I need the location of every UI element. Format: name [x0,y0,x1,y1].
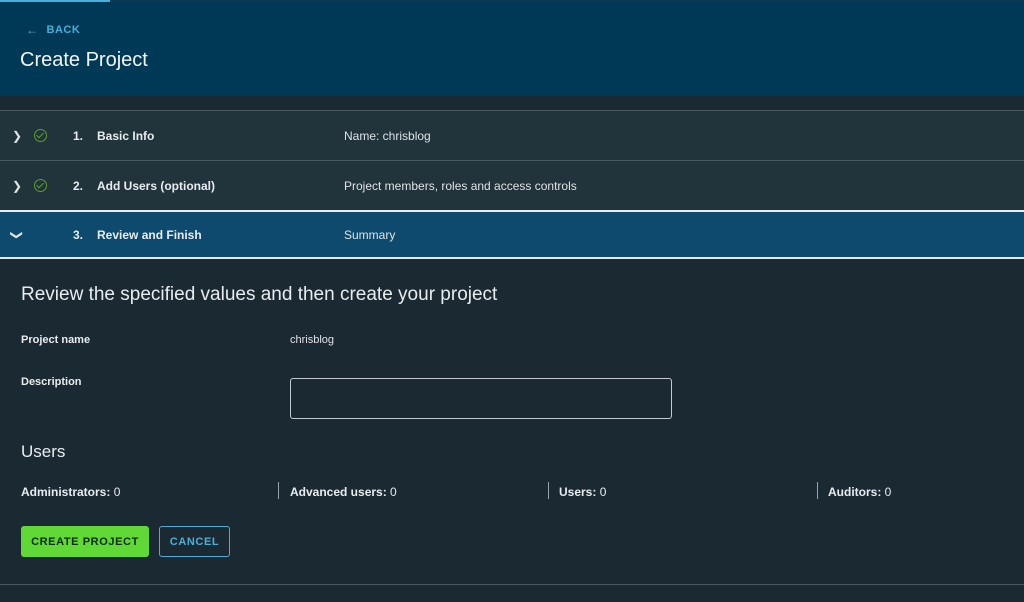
chevron-right-icon: ❯ [12,128,23,143]
cancel-button[interactable]: CANCEL [159,526,230,557]
step-number: 1. [73,128,84,143]
project-name-label: Project name [21,334,91,346]
page-title: Create Project [20,49,148,71]
stat-label: Advanced users: [290,485,387,499]
stat-label: Users: [559,485,597,499]
stat-value: 0 [599,485,607,499]
description-label: Description [21,376,82,388]
users-count: Users: 0 [559,485,606,499]
stat-value: 0 [884,485,892,499]
step-title: Review and Finish [97,227,202,242]
back-link[interactable]: ← BACK [26,23,80,37]
arrow-left-icon: ← [26,23,39,37]
stat-divider [817,482,818,499]
wizard-step-add-users[interactable]: ❯ 2. Add Users (optional) Project member… [0,160,1024,210]
advanced-users-count: Advanced users: 0 [290,485,397,499]
chevron-down-icon: ❯ [10,229,25,240]
stat-divider [278,482,279,499]
page-header: ← BACK Create Project [0,2,1024,96]
description-field[interactable] [290,378,672,419]
footer-divider [0,584,1024,585]
step-description: Project members, roles and access contro… [344,178,577,193]
check-circle-icon [34,179,47,192]
step-number: 3. [73,227,84,242]
administrators-count: Administrators: 0 [21,485,120,499]
create-project-button[interactable]: CREATE PROJECT [21,526,149,557]
stat-value: 0 [390,485,397,499]
wizard-step-review-finish[interactable]: ❯ 3. Review and Finish Summary [0,210,1024,259]
wizard-step-basic-info[interactable]: ❯ 1. Basic Info Name: chrisblog [0,110,1024,160]
header-spacer [0,96,1024,110]
step-description: Summary [344,227,396,242]
step-number: 2. [73,178,84,193]
stat-label: Auditors: [828,485,882,499]
review-heading: Review the specified values and then cre… [21,284,498,305]
stat-value: 0 [113,485,121,499]
check-circle-icon [34,129,47,142]
back-label: BACK [46,24,81,36]
chevron-right-icon: ❯ [12,178,23,193]
stat-divider [548,482,549,499]
project-name-value: chrisblog [290,334,335,346]
step-title: Add Users (optional) [97,178,216,193]
auditors-count: Auditors: 0 [828,485,891,499]
users-heading: Users [21,442,66,461]
stat-label: Administrators: [21,485,111,499]
step-title: Basic Info [97,128,155,143]
review-panel: Review the specified values and then cre… [0,260,1024,585]
step-description: Name: chrisblog [344,128,431,143]
